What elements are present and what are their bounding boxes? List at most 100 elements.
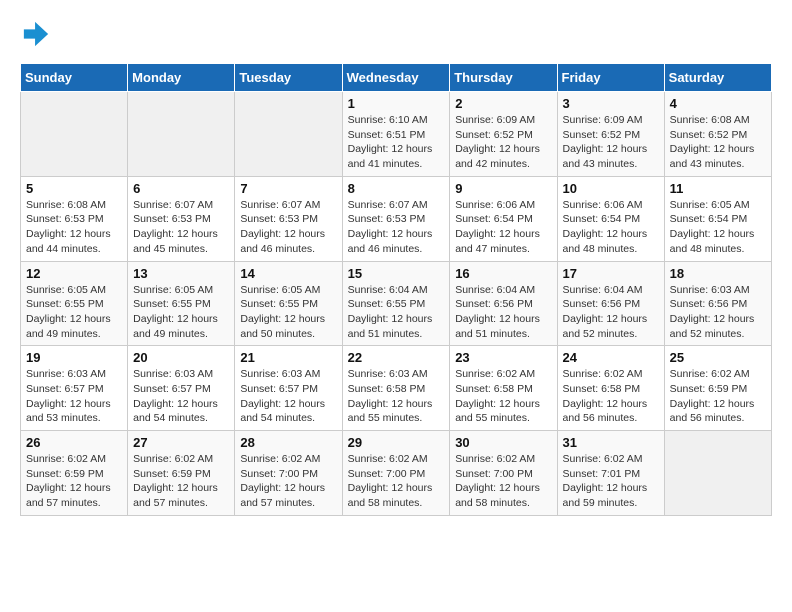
day-info: Sunrise: 6:07 AM Sunset: 6:53 PM Dayligh… (133, 198, 229, 257)
calendar-cell: 31Sunrise: 6:02 AM Sunset: 7:01 PM Dayli… (557, 431, 664, 516)
calendar-cell: 24Sunrise: 6:02 AM Sunset: 6:58 PM Dayli… (557, 346, 664, 431)
day-number: 3 (563, 96, 659, 111)
day-info: Sunrise: 6:04 AM Sunset: 6:56 PM Dayligh… (455, 283, 551, 342)
day-number: 19 (26, 350, 122, 365)
day-number: 27 (133, 435, 229, 450)
calendar-cell: 30 Sunrise: 6:02 AM Sunset: 7:00 PM Dayli… (450, 431, 557, 516)
weekday-thursday: Thursday (450, 64, 557, 92)
weekday-tuesday: Tuesday (235, 64, 342, 92)
weekday-wednesday: Wednesday (342, 64, 450, 92)
calendar-cell (664, 431, 771, 516)
calendar-cell: 12 Sunrise: 6:05 AM Sunset: 6:55 PM Dayli… (21, 261, 128, 346)
calendar-cell: 2Sunrise: 6:09 AM Sunset: 6:52 PM Daylig… (450, 92, 557, 177)
week-row-5: 26 Sunrise: 6:02 AM Sunset: 6:59 PM Dayli… (21, 431, 772, 516)
day-info: Sunrise: 6:03 AM Sunset: 6:57 PM Dayligh… (133, 367, 229, 426)
day-number: 24 (563, 350, 659, 365)
calendar-cell: 13Sunrise: 6:05 AM Sunset: 6:55 PM Dayli… (128, 261, 235, 346)
day-number: 8 (348, 181, 445, 196)
day-info: Sunrise: 6:03 AM Sunset: 6:57 PM Dayligh… (240, 367, 336, 426)
calendar-cell: 6 Sunrise: 6:07 AM Sunset: 6:53 PM Daylig… (128, 176, 235, 261)
day-number: 20 (133, 350, 229, 365)
calendar-body: 1 Sunrise: 6:10 AM Sunset: 6:51 PM Daylig… (21, 92, 772, 516)
day-info: Sunrise: 6:03 AM Sunset: 6:57 PM Dayligh… (26, 367, 122, 426)
day-number: 14 (240, 266, 336, 281)
day-number: 10 (563, 181, 659, 196)
day-info: Sunrise: 6:04 AM Sunset: 6:55 PM Dayligh… (348, 283, 445, 342)
day-info: Sunrise: 6:02 AM Sunset: 6:59 PM Dayligh… (26, 452, 122, 511)
calendar-cell: 14 Sunrise: 6:05 AM Sunset: 6:55 PM Dayli… (235, 261, 342, 346)
logo-icon (22, 20, 50, 48)
day-number: 6 (133, 181, 229, 196)
day-info: Sunrise: 6:02 AM Sunset: 7:00 PM Dayligh… (240, 452, 336, 511)
calendar-cell: 8Sunrise: 6:07 AM Sunset: 6:53 PM Daylig… (342, 176, 450, 261)
day-number: 11 (670, 181, 766, 196)
calendar-cell: 4 Sunrise: 6:08 AM Sunset: 6:52 PM Daylig… (664, 92, 771, 177)
calendar-cell: 15 Sunrise: 6:04 AM Sunset: 6:55 PM Dayli… (342, 261, 450, 346)
day-info: Sunrise: 6:02 AM Sunset: 7:00 PM Dayligh… (348, 452, 445, 511)
day-info: Sunrise: 6:05 AM Sunset: 6:55 PM Dayligh… (133, 283, 229, 342)
day-number: 17 (563, 266, 659, 281)
calendar-cell: 1 Sunrise: 6:10 AM Sunset: 6:51 PM Daylig… (342, 92, 450, 177)
calendar-table: SundayMondayTuesdayWednesdayThursdayFrid… (20, 63, 772, 516)
day-number: 4 (670, 96, 766, 111)
logo (20, 20, 54, 53)
day-info: Sunrise: 6:09 AM Sunset: 6:52 PM Dayligh… (563, 113, 659, 172)
calendar-cell (235, 92, 342, 177)
day-number: 21 (240, 350, 336, 365)
calendar-cell: 29 Sunrise: 6:02 AM Sunset: 7:00 PM Dayli… (342, 431, 450, 516)
weekday-monday: Monday (128, 64, 235, 92)
week-row-3: 12 Sunrise: 6:05 AM Sunset: 6:55 PM Dayli… (21, 261, 772, 346)
day-info: Sunrise: 6:02 AM Sunset: 6:58 PM Dayligh… (455, 367, 551, 426)
weekday-header-row: SundayMondayTuesdayWednesdayThursdayFrid… (21, 64, 772, 92)
day-info: Sunrise: 6:07 AM Sunset: 6:53 PM Dayligh… (240, 198, 336, 257)
day-number: 1 (348, 96, 445, 111)
day-number: 30 (455, 435, 551, 450)
calendar-cell: 21 Sunrise: 6:03 AM Sunset: 6:57 PM Dayli… (235, 346, 342, 431)
calendar-cell: 23 Sunrise: 6:02 AM Sunset: 6:58 PM Dayli… (450, 346, 557, 431)
day-number: 23 (455, 350, 551, 365)
calendar-cell (21, 92, 128, 177)
day-info: Sunrise: 6:04 AM Sunset: 6:56 PM Dayligh… (563, 283, 659, 342)
calendar-cell: 17 Sunrise: 6:04 AM Sunset: 6:56 PM Dayli… (557, 261, 664, 346)
calendar-cell: 9 Sunrise: 6:06 AM Sunset: 6:54 PM Daylig… (450, 176, 557, 261)
calendar-cell: 7 Sunrise: 6:07 AM Sunset: 6:53 PM Daylig… (235, 176, 342, 261)
day-number: 12 (26, 266, 122, 281)
day-number: 18 (670, 266, 766, 281)
week-row-2: 5Sunrise: 6:08 AM Sunset: 6:53 PM Daylig… (21, 176, 772, 261)
day-info: Sunrise: 6:05 AM Sunset: 6:55 PM Dayligh… (240, 283, 336, 342)
day-number: 25 (670, 350, 766, 365)
calendar-cell: 19 Sunrise: 6:03 AM Sunset: 6:57 PM Dayli… (21, 346, 128, 431)
day-number: 26 (26, 435, 122, 450)
calendar-cell: 25Sunrise: 6:02 AM Sunset: 6:59 PM Dayli… (664, 346, 771, 431)
day-info: Sunrise: 6:06 AM Sunset: 6:54 PM Dayligh… (455, 198, 551, 257)
page-header (20, 20, 772, 53)
day-number: 31 (563, 435, 659, 450)
day-number: 16 (455, 266, 551, 281)
day-number: 15 (348, 266, 445, 281)
calendar-header: SundayMondayTuesdayWednesdayThursdayFrid… (21, 64, 772, 92)
calendar-cell: 5Sunrise: 6:08 AM Sunset: 6:53 PM Daylig… (21, 176, 128, 261)
day-number: 7 (240, 181, 336, 196)
weekday-friday: Friday (557, 64, 664, 92)
day-info: Sunrise: 6:02 AM Sunset: 7:00 PM Dayligh… (455, 452, 551, 511)
day-info: Sunrise: 6:02 AM Sunset: 6:59 PM Dayligh… (133, 452, 229, 511)
calendar-cell: 3 Sunrise: 6:09 AM Sunset: 6:52 PM Daylig… (557, 92, 664, 177)
calendar-cell: 22 Sunrise: 6:03 AM Sunset: 6:58 PM Dayli… (342, 346, 450, 431)
day-info: Sunrise: 6:03 AM Sunset: 6:56 PM Dayligh… (670, 283, 766, 342)
day-info: Sunrise: 6:09 AM Sunset: 6:52 PM Dayligh… (455, 113, 551, 172)
week-row-4: 19 Sunrise: 6:03 AM Sunset: 6:57 PM Dayli… (21, 346, 772, 431)
day-info: Sunrise: 6:06 AM Sunset: 6:54 PM Dayligh… (563, 198, 659, 257)
calendar-cell: 28Sunrise: 6:02 AM Sunset: 7:00 PM Dayli… (235, 431, 342, 516)
day-info: Sunrise: 6:08 AM Sunset: 6:52 PM Dayligh… (670, 113, 766, 172)
day-info: Sunrise: 6:10 AM Sunset: 6:51 PM Dayligh… (348, 113, 445, 172)
calendar-cell: 11Sunrise: 6:05 AM Sunset: 6:54 PM Dayli… (664, 176, 771, 261)
weekday-sunday: Sunday (21, 64, 128, 92)
day-number: 29 (348, 435, 445, 450)
day-info: Sunrise: 6:08 AM Sunset: 6:53 PM Dayligh… (26, 198, 122, 257)
day-number: 9 (455, 181, 551, 196)
day-number: 22 (348, 350, 445, 365)
calendar-cell (128, 92, 235, 177)
day-info: Sunrise: 6:05 AM Sunset: 6:55 PM Dayligh… (26, 283, 122, 342)
day-info: Sunrise: 6:03 AM Sunset: 6:58 PM Dayligh… (348, 367, 445, 426)
calendar-cell: 16 Sunrise: 6:04 AM Sunset: 6:56 PM Dayli… (450, 261, 557, 346)
